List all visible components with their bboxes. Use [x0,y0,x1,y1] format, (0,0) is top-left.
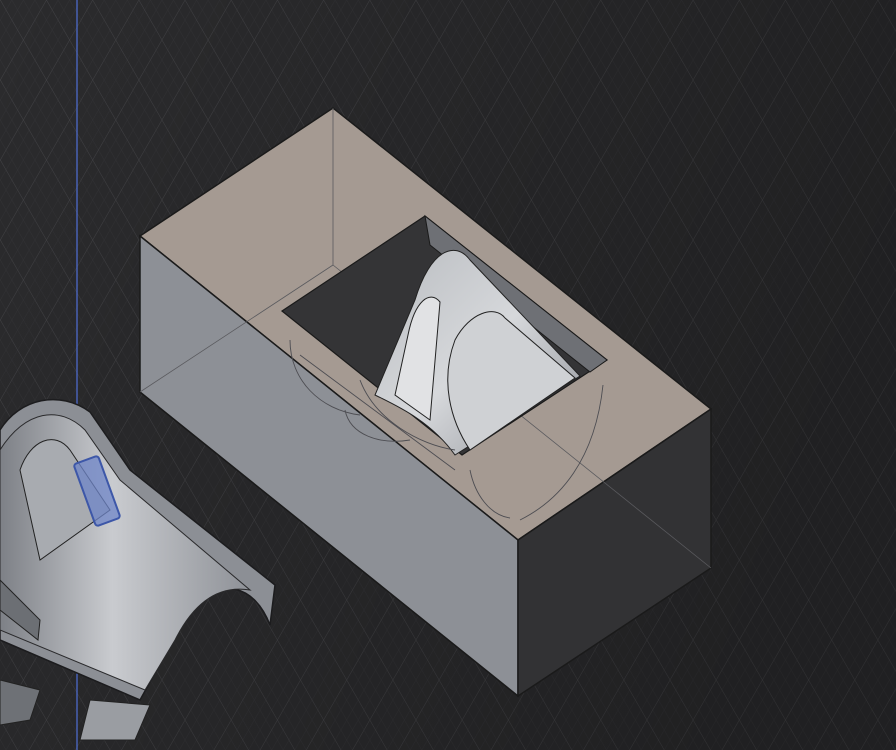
3d-viewport[interactable] [0,0,896,750]
scene-canvas[interactable] [0,0,896,750]
